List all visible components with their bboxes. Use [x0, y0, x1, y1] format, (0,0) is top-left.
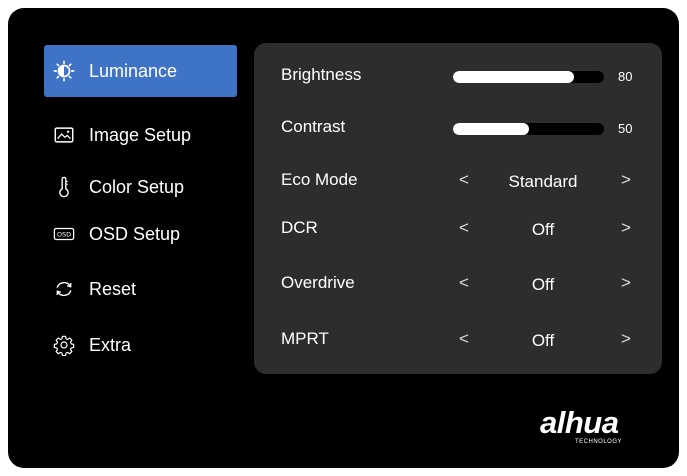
mprt-label: MPRT — [281, 329, 329, 348]
mprt-next-button[interactable]: > — [621, 329, 631, 349]
osd-icon: OSD — [53, 223, 75, 245]
osd-window: Luminance Image Setup Color Setup OSD OS… — [8, 8, 679, 468]
eco-mode-row[interactable]: Eco Mode < Standard > — [254, 160, 662, 200]
overdrive-value: Off — [531, 275, 555, 294]
sidebar-item-label: Luminance — [89, 60, 178, 81]
sidebar-item-label: OSD Setup — [89, 223, 181, 244]
sidebar-item-label: Reset — [89, 278, 137, 299]
brightness-icon — [53, 60, 75, 82]
eco-mode-prev-button[interactable]: < — [459, 170, 469, 190]
mprt-prev-button[interactable]: < — [459, 329, 469, 349]
brand-tagline: TECHNOLOGY — [575, 439, 623, 445]
dcr-label: DCR — [281, 218, 318, 237]
overdrive-next-button[interactable]: > — [621, 273, 631, 293]
brightness-value: 80 — [618, 69, 633, 84]
dcr-row[interactable]: DCR < Off > — [254, 208, 662, 248]
brand-logo: alhua — [540, 405, 619, 440]
contrast-label: Contrast — [281, 117, 346, 136]
contrast-slider[interactable] — [453, 123, 604, 135]
eco-mode-value: Standard — [508, 172, 578, 191]
brightness-slider-fill — [453, 71, 574, 83]
brightness-slider[interactable] — [453, 71, 604, 83]
sidebar-item-extra[interactable]: Extra — [44, 319, 237, 371]
dcr-value: Off — [531, 220, 555, 239]
reset-icon — [53, 278, 75, 300]
eco-mode-label: Eco Mode — [281, 170, 358, 189]
eco-mode-next-button[interactable]: > — [621, 170, 631, 190]
sidebar-item-image-setup[interactable]: Image Setup — [44, 109, 237, 161]
sidebar-item-label: Extra — [89, 334, 132, 355]
brightness-label: Brightness — [281, 65, 362, 84]
thermometer-icon — [53, 176, 75, 198]
sidebar-item-luminance[interactable]: Luminance — [44, 45, 237, 97]
gear-icon — [53, 334, 75, 356]
contrast-slider-fill — [453, 123, 529, 135]
settings-panel: Brightness 80 Contrast 50 Eco Mode < Sta… — [254, 43, 662, 374]
sidebar-item-label: Color Setup — [89, 176, 185, 197]
sidebar-item-color-setup[interactable]: Color Setup — [44, 161, 237, 213]
sidebar-item-label: Image Setup — [89, 124, 192, 145]
image-icon — [53, 124, 75, 146]
svg-text:OSD: OSD — [57, 230, 71, 238]
dcr-next-button[interactable]: > — [621, 218, 631, 238]
contrast-row[interactable]: Contrast 50 — [254, 107, 662, 147]
overdrive-label: Overdrive — [281, 273, 355, 292]
overdrive-row[interactable]: Overdrive < Off > — [254, 263, 662, 303]
sidebar-item-osd-setup[interactable]: OSD OSD Setup — [44, 208, 237, 260]
overdrive-prev-button[interactable]: < — [459, 273, 469, 293]
brightness-row[interactable]: Brightness 80 — [254, 55, 662, 95]
dcr-prev-button[interactable]: < — [459, 218, 469, 238]
mprt-row[interactable]: MPRT < Off > — [254, 319, 662, 359]
sidebar-item-reset[interactable]: Reset — [44, 263, 237, 315]
mprt-value: Off — [531, 331, 555, 350]
contrast-value: 50 — [618, 121, 633, 136]
